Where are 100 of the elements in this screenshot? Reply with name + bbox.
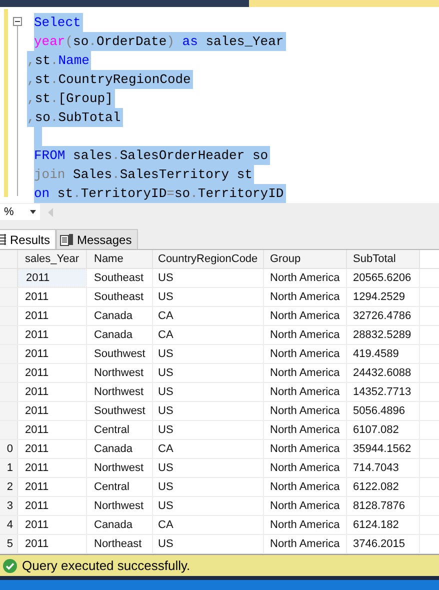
table-cell: North America (264, 326, 347, 344)
table-cell: 2011 (18, 478, 87, 496)
table-cell: 6122.082 (347, 478, 420, 496)
table-cell: Southeast (87, 269, 153, 287)
table-cell: CA (153, 307, 264, 325)
table-cell: 5056.4896 (347, 402, 420, 420)
status-message: Query executed successfully. (22, 556, 190, 575)
table-cell: 2011 (18, 383, 87, 401)
row-header[interactable] (0, 288, 18, 306)
table-cell: North America (264, 383, 347, 401)
table-cell: 6124.182 (347, 516, 420, 534)
row-header[interactable] (0, 402, 18, 420)
success-check-icon (3, 558, 17, 572)
table-cell: CA (153, 516, 264, 534)
table-cell: US (153, 288, 264, 306)
table-cell: 2011 (18, 421, 87, 439)
table-cell: Northwest (87, 383, 153, 401)
document-tab[interactable] (249, 0, 439, 7)
table-cell: 28832.5289 (347, 326, 420, 344)
table-cell: North America (264, 364, 347, 382)
row-header[interactable]: 2 (0, 478, 18, 496)
table-cell: CA (153, 440, 264, 458)
table-cell: Southeast (87, 288, 153, 306)
table-cell: North America (264, 345, 347, 363)
row-header[interactable] (0, 307, 18, 325)
column-header[interactable]: sales_Year (18, 250, 87, 268)
table-cell: Canada (87, 516, 153, 534)
table-cell: US (153, 497, 264, 515)
table-cell: 20565.6206 (347, 269, 420, 287)
table-cell: 8128.7876 (347, 497, 420, 515)
column-header[interactable]: CountryRegionCode (153, 250, 264, 268)
row-header[interactable] (0, 364, 18, 382)
table-cell: Northeast (87, 535, 153, 553)
row-header[interactable] (0, 383, 18, 401)
table-cell: 2011 (18, 307, 87, 325)
scroll-left-icon[interactable] (48, 208, 53, 216)
table-cell: North America (264, 440, 347, 458)
table-cell: US (153, 269, 264, 287)
table-cell: North America (264, 459, 347, 477)
row-header[interactable] (0, 345, 18, 363)
row-header[interactable]: 5 (0, 535, 18, 553)
result-tab[interactable]: Messages (56, 229, 138, 249)
table-cell: Southwest (87, 345, 153, 363)
table-cell: North America (264, 269, 347, 287)
table-cell: North America (264, 307, 347, 325)
table-cell: 32726.4786 (347, 307, 420, 325)
table-cell: US (153, 364, 264, 382)
row-header[interactable] (0, 269, 18, 287)
table-cell: 2011 (18, 326, 87, 344)
result-tab[interactable]: Results (0, 229, 56, 249)
table-cell: North America (264, 402, 347, 420)
table-cell: US (153, 383, 264, 401)
collapse-icon[interactable] (12, 17, 22, 26)
row-header[interactable] (0, 421, 18, 439)
column-header[interactable]: Name (87, 250, 153, 268)
table-cell: 2011 (18, 288, 87, 306)
table-cell: US (153, 345, 264, 363)
table-cell: North America (264, 535, 347, 553)
table-cell: 2011 (18, 440, 87, 458)
table-cell: 2011 (18, 497, 87, 515)
table-cell: CA (153, 326, 264, 344)
row-header[interactable]: 1 (0, 459, 18, 477)
column-header[interactable]: SubTotal (347, 250, 420, 268)
row-header[interactable]: 4 (0, 516, 18, 534)
table-cell: 14352.7713 (347, 383, 420, 401)
table-cell: US (153, 535, 264, 553)
table-cell: North America (264, 497, 347, 515)
table-cell: 419.4589 (347, 345, 420, 363)
column-header[interactable]: Group (264, 250, 347, 268)
table-cell: 3746.2015 (347, 535, 420, 553)
table-cell: 1294.2529 (347, 288, 420, 306)
table-cell: Northwest (87, 364, 153, 382)
table-cell: Canada (87, 307, 153, 325)
table-cell: Canada (87, 326, 153, 344)
table-cell: North America (264, 421, 347, 439)
table-cell: 2011 (18, 402, 87, 420)
table-cell: US (153, 459, 264, 477)
row-header[interactable]: 3 (0, 497, 18, 515)
table-cell: 2011 (18, 269, 87, 287)
table-cell: North America (264, 516, 347, 534)
table-cell: North America (264, 288, 347, 306)
table-cell: 2011 (18, 345, 87, 363)
grid-corner[interactable] (0, 250, 18, 268)
table-cell: 35944.1562 (347, 440, 420, 458)
table-cell: 2011 (18, 535, 87, 553)
messages-icon (60, 234, 74, 246)
row-header[interactable]: 0 (0, 440, 18, 458)
table-cell: Northwest (87, 459, 153, 477)
table-cell: 714.7043 (347, 459, 420, 477)
table-cell: Northwest (87, 497, 153, 515)
zoom-dropdown[interactable]: % (0, 204, 40, 220)
dropdown-caret-icon (30, 210, 36, 214)
row-header[interactable] (0, 326, 18, 344)
table-cell: US (153, 402, 264, 420)
table-cell: 24432.6088 (347, 364, 420, 382)
table-cell: US (153, 421, 264, 439)
table-cell: 2011 (18, 364, 87, 382)
table-cell: 2011 (18, 516, 87, 534)
table-cell: Central (87, 478, 153, 496)
table-cell: 2011 (18, 459, 87, 477)
